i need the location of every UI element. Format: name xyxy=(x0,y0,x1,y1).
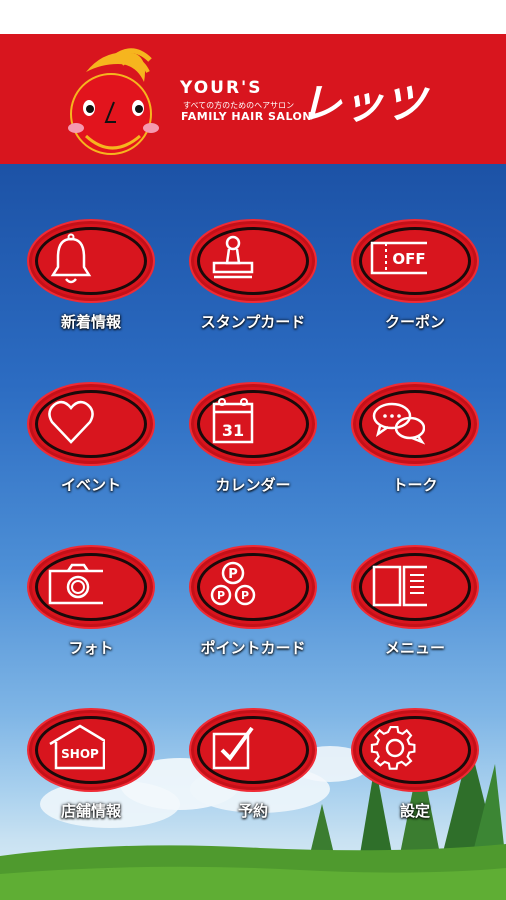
svg-text:P: P xyxy=(217,589,225,602)
status-bar xyxy=(0,0,506,34)
menu-item-point-card[interactable]: P P P ポイントカード xyxy=(169,545,337,675)
menu-item-stamp-card[interactable]: スタンプカード xyxy=(169,219,337,349)
menu-item-coupon[interactable]: OFF クーポン xyxy=(331,219,499,349)
menu-item-label: 新着情報 xyxy=(60,313,121,331)
brand-line2: FAMILY HAIR SALON xyxy=(181,110,313,123)
menu-item-label: クーポン xyxy=(384,313,445,331)
menu-item-label: ポイントカード xyxy=(200,639,306,657)
heart-icon xyxy=(48,400,94,444)
menu-item-reservation[interactable]: 予約 xyxy=(169,708,337,838)
stamp-icon xyxy=(212,235,254,279)
svg-text:OFF: OFF xyxy=(392,250,425,268)
menu-item-event[interactable]: イベント xyxy=(7,382,175,512)
menu-item-menu[interactable]: メニュー xyxy=(331,545,499,675)
menu-item-photo[interactable]: フォト xyxy=(7,545,175,675)
open-book-icon xyxy=(372,565,427,607)
menu-item-settings[interactable]: 設定 xyxy=(331,708,499,838)
camera-icon xyxy=(48,563,103,605)
calendar-icon: 31 xyxy=(212,398,254,444)
svg-text:SHOP: SHOP xyxy=(61,747,99,761)
menu-item-label: 店舗情報 xyxy=(60,802,121,820)
menu-item-label: カレンダー xyxy=(215,476,291,494)
chat-bubbles-icon xyxy=(372,402,425,445)
checkbox-icon xyxy=(212,726,254,770)
svg-text:P: P xyxy=(228,567,238,582)
menu-area: 新着情報 スタンプカード OFF クーポン イベント 31 カレンダー トーク … xyxy=(0,164,506,900)
menu-item-label: スタンプカード xyxy=(200,313,306,331)
menu-item-label: 設定 xyxy=(399,802,430,820)
menu-item-shop-info[interactable]: SHOP 店舗情報 xyxy=(7,708,175,838)
menu-item-label: メニュー xyxy=(384,639,445,657)
svg-text:31: 31 xyxy=(222,421,244,440)
menu-item-news[interactable]: 新着情報 xyxy=(7,219,175,349)
menu-item-calendar[interactable]: 31 カレンダー xyxy=(169,382,337,512)
app-header: YOUR'S すべての方のためのヘアサロン FAMILY HAIR SALON … xyxy=(0,34,506,164)
shop-icon: SHOP xyxy=(49,724,105,770)
menu-item-talk[interactable]: トーク xyxy=(331,382,499,512)
coupon-icon: OFF xyxy=(370,241,427,275)
gear-icon xyxy=(370,725,416,770)
bell-icon xyxy=(50,233,92,284)
brand-line1: YOUR'S xyxy=(180,78,263,98)
menu-item-label: トーク xyxy=(392,476,438,494)
brand-name: レッツ xyxy=(300,79,427,128)
menu-item-label: フォト xyxy=(68,639,114,657)
svg-text:P: P xyxy=(241,589,249,602)
points-icon: P P P xyxy=(210,561,256,606)
mascot-logo xyxy=(68,48,159,155)
menu-item-label: 予約 xyxy=(237,802,268,820)
menu-item-label: イベント xyxy=(60,476,121,494)
